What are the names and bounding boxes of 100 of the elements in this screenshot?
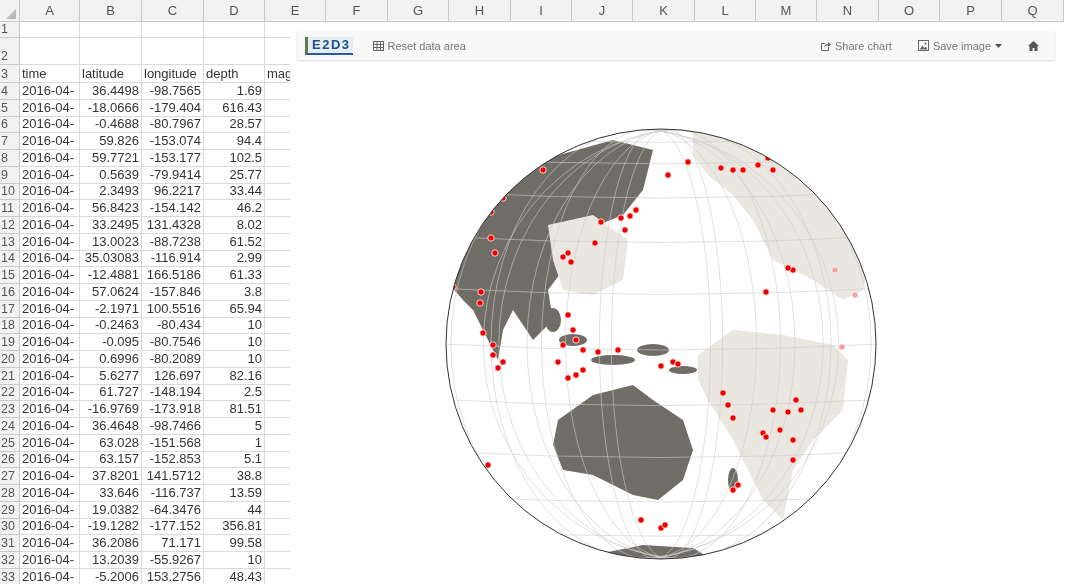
table-cell: 2016-04- — [20, 133, 80, 150]
table-cell: 65.94 — [204, 300, 265, 318]
table-cell: 2016-04- — [20, 267, 80, 284]
row-number[interactable]: 31 — [0, 535, 20, 552]
table-cell: -80.2089 — [142, 351, 204, 368]
table-cell: 38.8 — [204, 468, 265, 485]
table-cell: 5 — [204, 418, 265, 435]
row-number[interactable]: 2 — [0, 38, 20, 65]
column-header[interactable]: B — [80, 0, 142, 22]
table-cell: 166.5186 — [142, 267, 204, 284]
row-number[interactable]: 12 — [0, 217, 20, 234]
table-cell: 25.77 — [204, 166, 265, 184]
table-cell: 2016-04- — [20, 166, 80, 184]
column-header[interactable]: F — [326, 0, 388, 22]
table-cell: 2016-04- — [20, 183, 80, 201]
table-cell: 63.157 — [80, 451, 142, 469]
table-cell: 94.4 — [204, 133, 265, 150]
logo[interactable]: E2D3 — [305, 36, 353, 55]
column-header[interactable]: O — [879, 0, 940, 22]
table-cell: -173.918 — [142, 401, 204, 418]
row-number[interactable]: 4 — [0, 83, 20, 100]
toolbar-button[interactable]: Save image — [911, 39, 1008, 52]
row-number[interactable]: 20 — [0, 351, 20, 368]
table-cell: -80.7967 — [142, 116, 204, 134]
table-cell: 35.03083 — [80, 250, 142, 268]
table-cell: 13.0023 — [80, 233, 142, 251]
table-cell: 56.8423 — [80, 200, 142, 217]
table-cell: 33.2495 — [80, 217, 142, 234]
table-cell: 82.16 — [204, 367, 265, 385]
column-header[interactable]: I — [511, 0, 572, 22]
home-icon — [1028, 40, 1039, 51]
table-cell: -19.1282 — [80, 518, 142, 536]
column-header[interactable]: G — [388, 0, 449, 22]
table-cell: 2016-04- — [20, 451, 80, 469]
row-number[interactable]: 8 — [0, 150, 20, 167]
row-number[interactable]: 1 — [0, 22, 20, 38]
table-cell: -98.7466 — [142, 418, 204, 435]
row-number[interactable]: 7 — [0, 133, 20, 150]
table-cell: 10 — [204, 351, 265, 368]
table-cell: 3.8 — [204, 284, 265, 301]
table-cell: 2.5 — [204, 384, 265, 402]
table-cell: 59.826 — [80, 133, 142, 150]
row-number[interactable]: 3 — [0, 65, 20, 83]
column-title: time — [20, 65, 80, 83]
row-number[interactable]: 24 — [0, 418, 20, 435]
table-cell: 1.69 — [204, 83, 265, 100]
toolbar-button[interactable]: Reset data area — [366, 39, 472, 52]
column-header[interactable]: D — [204, 0, 265, 22]
table-cell: 126.697 — [142, 367, 204, 385]
table-icon — [372, 40, 384, 51]
table-cell: 10 — [204, 552, 265, 569]
row-number[interactable]: 11 — [0, 200, 20, 217]
table-cell: -0.095 — [80, 334, 142, 351]
column-header[interactable]: C — [142, 0, 204, 22]
column-header[interactable]: E — [265, 0, 326, 22]
table-cell: 2016-04- — [20, 468, 80, 485]
column-header[interactable]: Q — [1002, 0, 1064, 22]
table-cell: -179.404 — [142, 99, 204, 117]
table-cell — [142, 38, 204, 65]
column-header[interactable]: A — [20, 0, 80, 22]
column-header[interactable]: J — [572, 0, 633, 22]
row-number[interactable]: 32 — [0, 552, 20, 569]
table-cell: -80.7546 — [142, 334, 204, 351]
row-number[interactable]: 19 — [0, 334, 20, 351]
table-cell: 0.5639 — [80, 166, 142, 184]
table-cell: -18.0666 — [80, 99, 142, 117]
column-header[interactable]: P — [940, 0, 1002, 22]
toolbar-button[interactable]: Share chart — [814, 39, 898, 52]
column-title: latitude — [80, 65, 142, 83]
table-cell: 48.43 — [204, 568, 265, 584]
table-cell: -55.9267 — [142, 552, 204, 569]
column-header[interactable]: L — [695, 0, 756, 22]
row-number[interactable]: 23 — [0, 401, 20, 418]
row-number[interactable]: 28 — [0, 485, 20, 502]
table-cell: 616.43 — [204, 99, 265, 117]
column-header[interactable]: H — [449, 0, 511, 22]
column-header[interactable]: M — [756, 0, 817, 22]
table-cell: 10 — [204, 317, 265, 335]
table-cell — [80, 38, 142, 65]
row-number[interactable]: 15 — [0, 267, 20, 284]
table-cell: 2016-04- — [20, 401, 80, 418]
image-icon — [917, 40, 929, 51]
table-cell: 8.02 — [204, 217, 265, 234]
table-cell: 81.51 — [204, 401, 265, 418]
table-cell: -2.1971 — [80, 300, 142, 318]
row-number[interactable]: 27 — [0, 468, 20, 485]
table-cell: -148.194 — [142, 384, 204, 402]
column-header[interactable]: N — [817, 0, 879, 22]
table-cell: 5.1 — [204, 451, 265, 469]
table-cell: 71.171 — [142, 535, 204, 552]
table-cell: 2016-04- — [20, 501, 80, 519]
table-cell: -79.9414 — [142, 166, 204, 184]
row-number[interactable]: 16 — [0, 284, 20, 301]
column-header[interactable]: K — [633, 0, 695, 22]
table-cell: 36.4648 — [80, 418, 142, 435]
table-cell: 33.646 — [80, 485, 142, 502]
table-cell: -64.3476 — [142, 501, 204, 519]
table-cell: -153.074 — [142, 133, 204, 150]
table-cell: 356.81 — [204, 518, 265, 536]
table-cell: 36.2086 — [80, 535, 142, 552]
